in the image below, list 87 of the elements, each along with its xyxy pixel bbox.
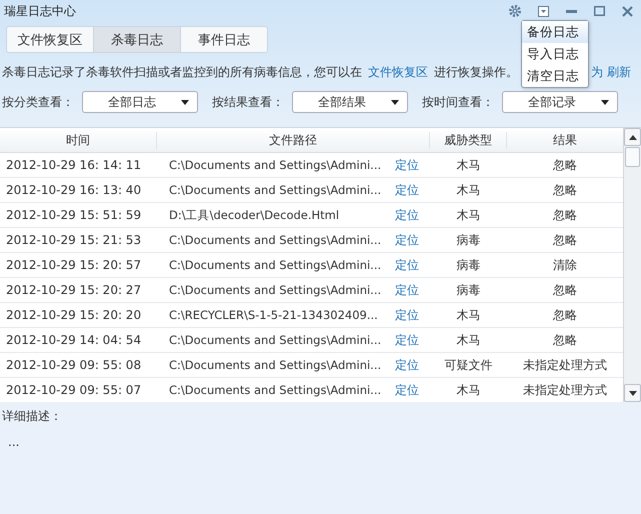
filter-label: 按结果查看： xyxy=(212,94,284,110)
table-cell-text: 清除 xyxy=(552,256,578,274)
table-cell-text: C:\Documents and Settings\Admini... xyxy=(168,358,382,372)
table-cell-text: 木马 xyxy=(456,306,482,324)
table-cell-text: C:\Documents and Settings\Admini... xyxy=(168,383,382,397)
table-cell-text: C:\Documents and Settings\Admini... xyxy=(168,283,382,297)
table-cell-text: 木马 xyxy=(456,382,482,398)
table-cell-text: 病毒 xyxy=(456,256,482,274)
table-cell-text: 未指定处理方式 xyxy=(522,356,608,374)
table-cell-text: 忽略 xyxy=(552,206,578,224)
table-cell-text: C:\Documents and Settings\Admini... xyxy=(168,183,382,197)
description-text: 杀毒日志记录了杀毒软件扫描或者监控到的所有病毒信息，您可以在 xyxy=(2,64,362,80)
table-cell-text: C:\Documents and Settings\Admini... xyxy=(168,158,382,172)
dropdown-menu-icon[interactable] xyxy=(538,6,548,16)
up-arrow-icon xyxy=(628,134,636,140)
filter-dropdown[interactable]: 全部结果 xyxy=(292,91,408,113)
filter-label: 按时间查看： xyxy=(422,94,494,110)
column-header[interactable]: 结果 xyxy=(507,132,623,148)
settings-icon[interactable] xyxy=(509,5,521,17)
locate-link[interactable]: 定位 xyxy=(389,332,430,348)
menu-item[interactable]: 清空日志 xyxy=(522,65,588,87)
close-icon[interactable] xyxy=(622,6,632,16)
table-cell-text: 2012-10-29 09: 55: 07 xyxy=(5,383,142,397)
locate-link[interactable]: 定位 xyxy=(389,356,430,374)
minimize-icon[interactable] xyxy=(566,10,576,12)
locate-link[interactable]: 定位 xyxy=(389,232,430,248)
table-cell-text: 忽略 xyxy=(552,282,578,298)
table-cell-text: 病毒 xyxy=(456,232,482,248)
scrollbar-thumb[interactable] xyxy=(625,147,640,167)
recovery-link[interactable]: 文件恢复区 xyxy=(368,64,428,80)
table-cell-text: C:\Documents and Settings\Admini... xyxy=(168,333,382,347)
locate-link[interactable]: 定位 xyxy=(389,282,430,298)
table-cell-text: 2012-10-29 15: 20: 20 xyxy=(5,308,142,322)
down-arrow-icon xyxy=(628,390,636,396)
table-cell-text: 木马 xyxy=(456,156,482,174)
table-cell-text: 2012-10-29 15: 20: 27 xyxy=(5,283,142,297)
maximize-icon[interactable] xyxy=(594,6,604,16)
locate-link[interactable]: 定位 xyxy=(389,306,430,324)
column-header[interactable]: 威胁类型 xyxy=(430,132,507,148)
locate-link[interactable]: 定位 xyxy=(389,182,430,198)
table-cell-text: 2012-10-29 15: 20: 57 xyxy=(5,258,142,272)
table-cell-text: 未指定处理方式 xyxy=(522,382,608,398)
scroll-up-button[interactable] xyxy=(624,128,641,146)
link-text[interactable]: 为 xyxy=(591,64,603,80)
scroll-down-button[interactable] xyxy=(624,384,641,402)
table-cell-text: D:\工具\decoder\Decode.Html xyxy=(168,208,340,222)
table-cell-text: 2012-10-29 15: 51: 59 xyxy=(5,208,142,222)
tab[interactable]: 杀毒日志 xyxy=(93,26,181,53)
locate-link[interactable]: 定位 xyxy=(389,206,430,224)
table-cell-text: 2012-10-29 15: 21: 53 xyxy=(5,233,142,247)
description-text: 进行恢复操作。 xyxy=(434,64,518,80)
table-cell-text: C:\RECYCLER\S-1-5-21-134302409... xyxy=(168,308,379,322)
filter-dropdown[interactable]: 全部记录 xyxy=(502,91,618,113)
table-cell-text: 2012-10-29 09: 55: 08 xyxy=(5,358,142,372)
table-cell-text: 病毒 xyxy=(456,282,482,298)
filter-label: 按分类查看： xyxy=(2,94,74,110)
tab[interactable]: 事件日志 xyxy=(180,26,268,53)
caret-icon xyxy=(181,100,189,104)
filter-dropdown[interactable]: 全部日志 xyxy=(82,91,198,113)
column-header[interactable]: 文件路径 xyxy=(157,132,430,148)
caret-icon xyxy=(391,100,399,104)
table-cell-text: 可疑文件 xyxy=(444,356,494,374)
table-cell-text: 木马 xyxy=(456,206,482,224)
locate-link[interactable]: 定位 xyxy=(389,156,430,174)
table-cell-text: 2012-10-29 16: 13: 40 xyxy=(5,183,142,197)
table-cell-text: 2012-10-29 16: 14: 11 xyxy=(5,158,142,172)
table-cell-text: 木马 xyxy=(456,332,482,348)
table-cell-text: 忽略 xyxy=(552,182,578,198)
table-cell-text: C:\Documents and Settings\Admini... xyxy=(168,233,382,247)
detail-text: ... xyxy=(8,435,20,449)
caret-icon xyxy=(601,100,609,104)
menu-item[interactable]: 导入日志 xyxy=(522,43,588,65)
menu-item[interactable]: 备份日志 xyxy=(522,21,588,43)
locate-link[interactable]: 定位 xyxy=(389,256,430,274)
tab[interactable]: 文件恢复区 xyxy=(6,26,94,53)
table-cell-text: C:\Documents and Settings\Admini... xyxy=(168,258,382,272)
table-cell-text: 木马 xyxy=(456,182,482,198)
table-cell-text: 忽略 xyxy=(552,332,578,348)
table-cell-text: 忽略 xyxy=(552,306,578,324)
locate-link[interactable]: 定位 xyxy=(389,382,430,398)
table-cell-text: 忽略 xyxy=(552,156,578,174)
detail-label: 详细描述： xyxy=(2,408,63,425)
table-cell-text: 2012-10-29 14: 04: 54 xyxy=(5,333,142,347)
table-cell-text: 忽略 xyxy=(552,232,578,248)
window-title: 瑞星日志中心 xyxy=(4,2,77,20)
refresh-link[interactable]: 刷新 xyxy=(607,64,631,80)
column-header[interactable]: 时间 xyxy=(0,132,157,148)
